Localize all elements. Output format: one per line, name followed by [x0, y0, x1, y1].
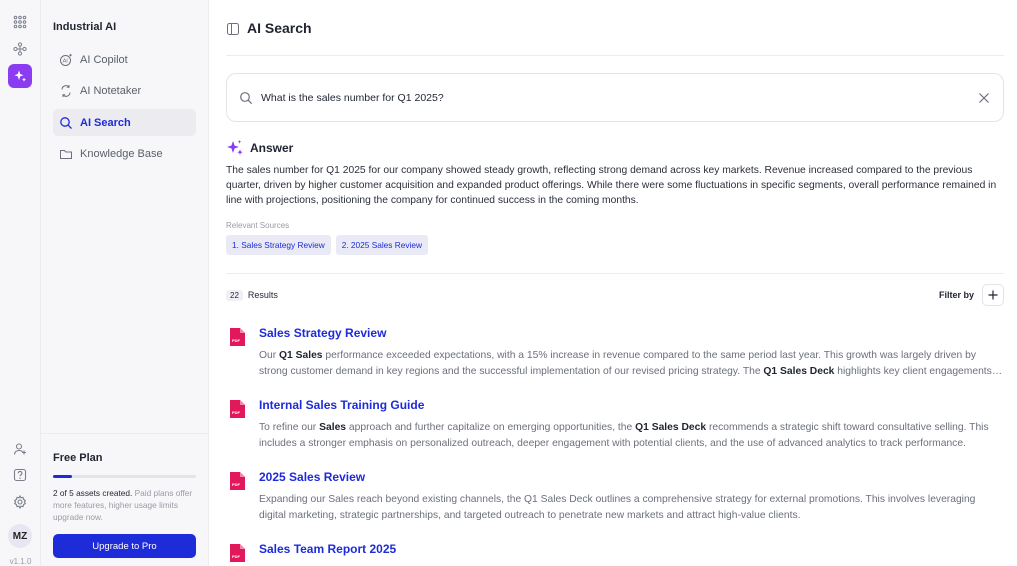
- svg-text:PDF: PDF: [232, 554, 241, 559]
- pdf-file-icon: PDF: [230, 544, 245, 562]
- main-content: AI Search Answer The sales number for Q1…: [209, 0, 1017, 566]
- folder-icon: [59, 147, 73, 161]
- snippet-text: Expanding our Sales reach beyond existin…: [259, 494, 976, 521]
- workflow-icon[interactable]: [8, 37, 32, 61]
- results-count-badge: 22: [226, 289, 243, 301]
- clear-search-icon[interactable]: [977, 91, 991, 105]
- answer-label: Answer: [250, 141, 294, 155]
- result-title-link[interactable]: 2025 Sales Review: [259, 470, 365, 484]
- sidebar-nav: AI AI Copilot AI Notetaker AI Search Kno…: [53, 46, 196, 172]
- source-chip[interactable]: 2. 2025 Sales Review: [335, 235, 428, 255]
- svg-text:AI: AI: [63, 58, 69, 64]
- version-label: v1.1.0: [9, 557, 32, 566]
- pdf-file-icon: PDF: [230, 328, 245, 346]
- plan-description: 2 of 5 assets created. Paid plans offer …: [53, 487, 198, 523]
- page-title: AI Search: [247, 20, 312, 36]
- relevant-sources-label: Relevant Sources: [226, 221, 290, 230]
- avatar[interactable]: MZ: [8, 524, 32, 548]
- add-user-icon[interactable]: [8, 437, 32, 461]
- search-icon: [239, 91, 253, 105]
- pdf-file-icon: PDF: [230, 472, 245, 490]
- search-input[interactable]: [261, 91, 977, 104]
- plan-title: Free Plan: [53, 452, 103, 464]
- answer-header: Answer: [226, 139, 293, 157]
- sidebar-item-label: AI Copilot: [80, 53, 128, 66]
- keyword-highlight: Q1 Sales Deck: [763, 365, 835, 377]
- page-header: AI Search: [226, 18, 1004, 56]
- result-title-link[interactable]: Sales Team Report 2025: [259, 542, 396, 556]
- keyword-highlight: Sales: [319, 422, 347, 433]
- sidebar-item-label: Knowledge Base: [80, 148, 163, 160]
- settings-icon[interactable]: [8, 490, 32, 514]
- plan-usage: 2 of 5 assets created.: [53, 488, 133, 498]
- svg-text:PDF: PDF: [232, 338, 241, 343]
- pdf-file-icon: PDF: [230, 400, 245, 418]
- sparkle-icon: [226, 139, 244, 157]
- snippet-text: To refine our: [259, 422, 320, 433]
- source-chips: 1. Sales Strategy Review 2. 2025 Sales R…: [226, 235, 433, 255]
- result-snippet: To refine our Sales approach and further…: [259, 420, 1005, 451]
- sidebar: Industrial AI AI AI Copilot AI Notetaker…: [41, 0, 209, 566]
- result-title-link[interactable]: Internal Sales Training Guide: [259, 398, 424, 412]
- source-chip[interactable]: 1. Sales Strategy Review: [226, 235, 331, 255]
- result-snippet: Expanding our Sales reach beyond existin…: [259, 492, 1005, 523]
- ai-copilot-icon: AI: [59, 53, 73, 67]
- ai-search-icon: [59, 116, 73, 130]
- brand-title: Industrial AI: [53, 21, 117, 33]
- result-snippet: Our Q1 Sales performance exceeded expect…: [259, 348, 1005, 379]
- sidebar-toggle-icon[interactable]: [226, 22, 240, 36]
- sidebar-item-label: AI Notetaker: [80, 85, 142, 97]
- filter-by-label: Filter by: [938, 290, 974, 300]
- plan-card: Free Plan 2 of 5 assets created. Paid pl…: [41, 433, 209, 566]
- keyword-highlight: Q1 Sales: [279, 350, 323, 361]
- ai-sparkle-icon[interactable]: [8, 64, 32, 88]
- results-bar: 22 Results Filter by: [226, 284, 1004, 306]
- snippet-text: approach and further capitalize on emerg…: [346, 422, 636, 433]
- upgrade-button[interactable]: Upgrade to Pro: [53, 534, 196, 558]
- divider: [226, 273, 1004, 274]
- sidebar-item-ai-copilot[interactable]: AI AI Copilot: [53, 46, 196, 73]
- results-label: Results: [247, 290, 278, 300]
- keyword-highlight: Q1 Sales Deck: [635, 422, 707, 433]
- sidebar-item-ai-search[interactable]: AI Search: [53, 109, 196, 136]
- notetaker-icon: [59, 84, 73, 98]
- add-filter-button[interactable]: [982, 284, 1004, 306]
- svg-text:PDF: PDF: [232, 410, 241, 415]
- result-title-link[interactable]: Sales Strategy Review: [259, 326, 386, 340]
- sidebar-item-label: AI Search: [80, 116, 131, 129]
- help-icon[interactable]: [8, 463, 32, 487]
- snippet-text: Our: [259, 350, 280, 361]
- sidebar-item-knowledge-base[interactable]: Knowledge Base: [53, 141, 196, 168]
- svg-text:PDF: PDF: [232, 482, 241, 487]
- sidebar-item-ai-notetaker[interactable]: AI Notetaker: [53, 78, 196, 105]
- plan-progress-fill: [53, 475, 72, 478]
- answer-text: The sales number for Q1 2025 for our com…: [226, 165, 997, 206]
- search-bar: [226, 73, 1004, 122]
- plan-progress-bar: [53, 475, 196, 478]
- plus-icon: [988, 290, 998, 300]
- apps-grid-icon[interactable]: [8, 10, 32, 34]
- icon-rail: MZ v1.1.0: [0, 0, 41, 566]
